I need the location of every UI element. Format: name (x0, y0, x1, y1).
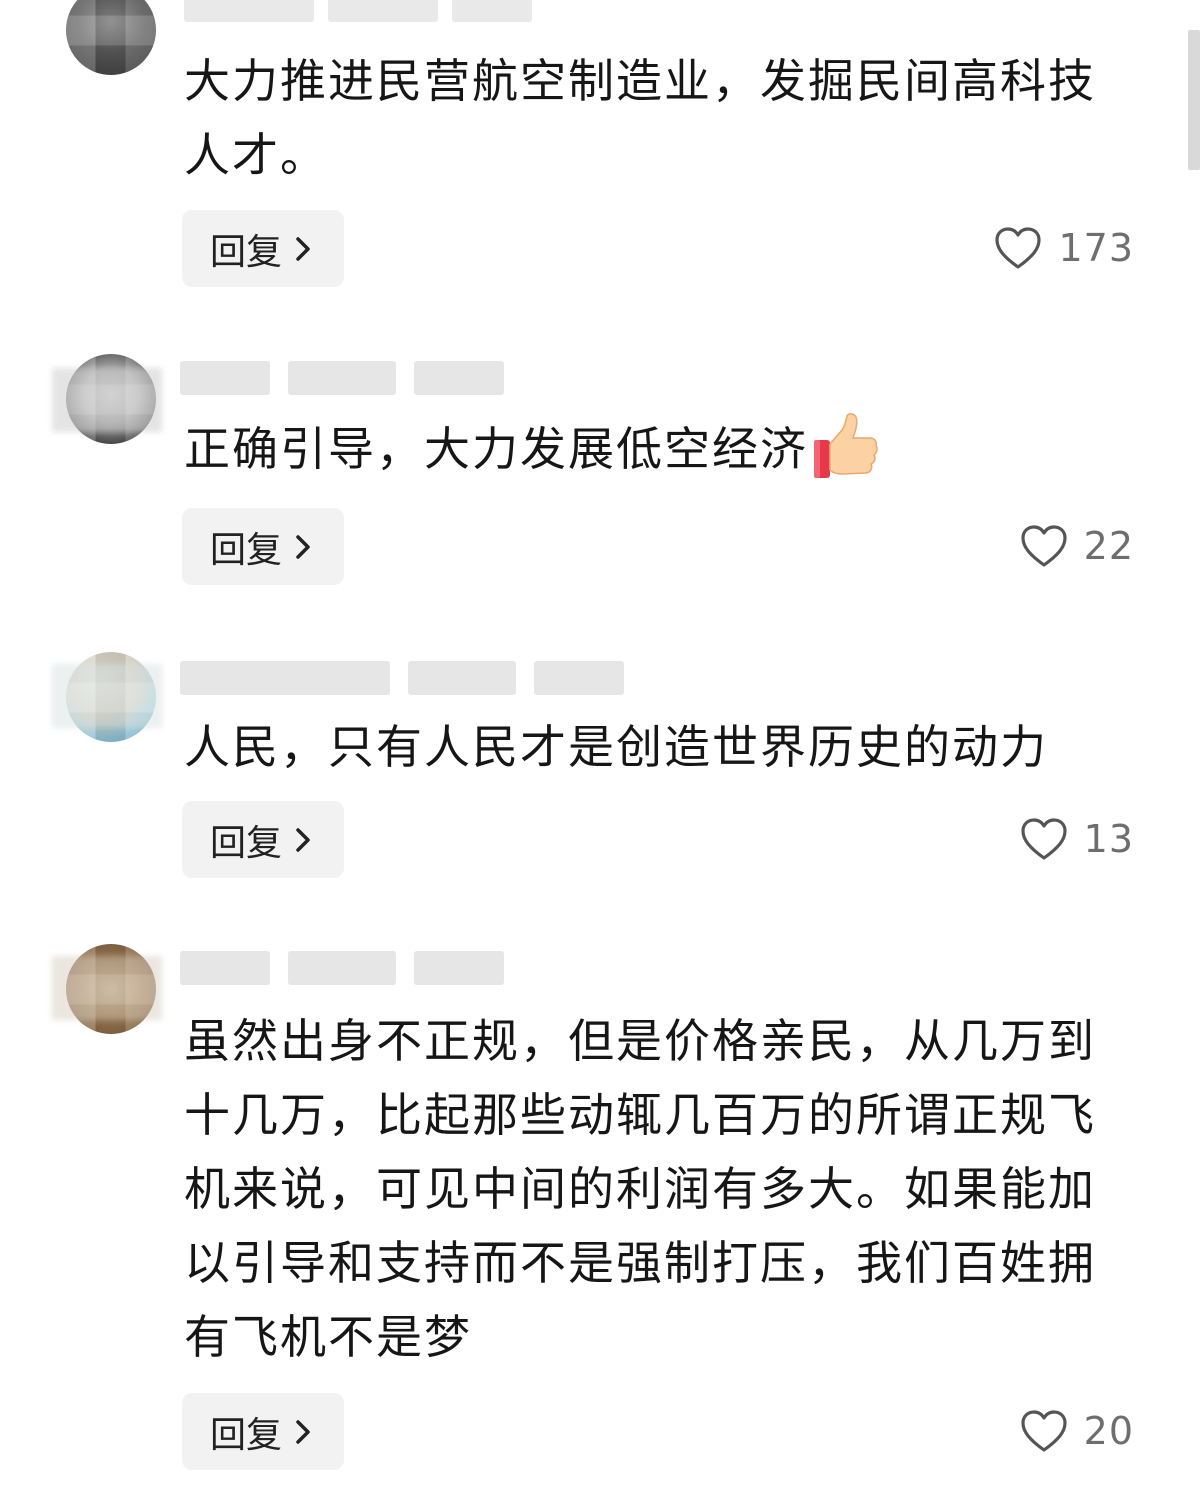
like-count: 20 (1083, 1409, 1134, 1453)
avatar[interactable] (66, 0, 156, 75)
like-count: 22 (1083, 524, 1134, 568)
comment-text: 人民，只有人民才是创造世界历史的动力 (184, 720, 1048, 774)
heart-outline-icon (1021, 525, 1067, 567)
reply-label: 回复 (209, 529, 282, 571)
heart-outline-icon (1021, 1410, 1067, 1452)
chevron-right-icon (296, 236, 310, 261)
like-count: 173 (1058, 226, 1134, 270)
chevron-right-icon (296, 1419, 310, 1444)
username-blurred (180, 358, 504, 398)
heart-outline-icon (995, 227, 1042, 269)
heart-outline-icon (1021, 818, 1067, 860)
reply-button[interactable]: 回复 (182, 508, 344, 585)
comment-text: 虽然出身不正规，但是价格亲民，从几万到十几万，比起那些动辄几百万的所谓正规飞机来… (184, 1014, 1096, 1364)
like-button[interactable]: 173 (994, 218, 1134, 278)
like-button[interactable]: 22 (1020, 516, 1134, 576)
comment-meta-blurred (184, 0, 584, 24)
avatar-blur (66, 0, 156, 75)
chevron-right-icon (296, 827, 310, 852)
username-blurred (180, 948, 504, 988)
reply-label: 回复 (209, 822, 282, 864)
like-button[interactable]: 13 (1020, 809, 1134, 869)
avatar-blur-overlay (52, 956, 162, 1020)
like-count: 13 (1083, 817, 1134, 861)
comment-text-content: 正确引导，大力发展低空经济 (184, 422, 808, 476)
comment-text: 大力推进民营航空制造业，发掘民间高科技人才。 (184, 54, 1096, 182)
like-button[interactable]: 20 (1020, 1401, 1134, 1461)
scrollbar[interactable] (1188, 30, 1200, 170)
comment-text: 正确引导，大力发展低空经济 (184, 412, 1144, 488)
chevron-right-icon (296, 534, 310, 559)
avatar-blur-overlay (52, 368, 162, 432)
reply-label: 回复 (209, 1414, 282, 1456)
reply-button[interactable]: 回复 (182, 210, 344, 287)
thumbs-up-icon (814, 412, 878, 478)
reply-button[interactable]: 回复 (182, 801, 344, 878)
avatar-blur-overlay (52, 664, 162, 728)
username-blurred (180, 658, 624, 698)
reply-label: 回复 (209, 231, 282, 273)
reply-button[interactable]: 回复 (182, 1393, 344, 1470)
